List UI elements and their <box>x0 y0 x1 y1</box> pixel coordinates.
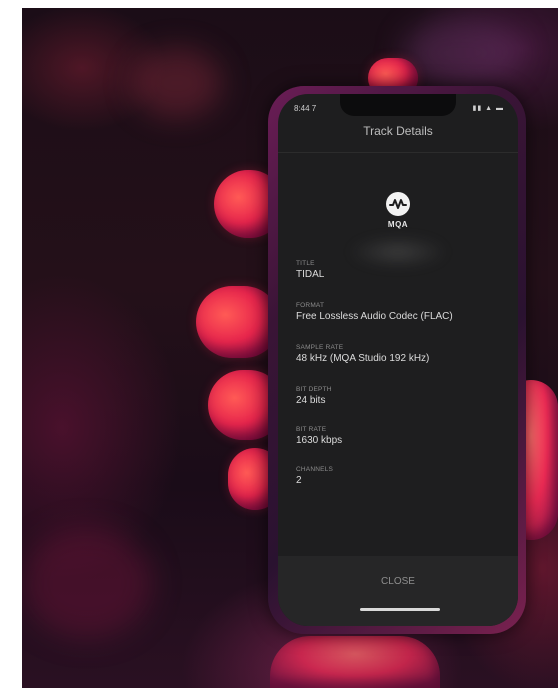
field-label: BIT RATE <box>296 426 327 433</box>
background-glow <box>402 18 522 88</box>
field-bit-depth: BIT DEPTH 24 bits <box>296 386 506 406</box>
field-sample-rate: SAMPLE RATE 48 kHz (MQA Studio 192 kHz) <box>296 344 506 364</box>
screen-title: Track Details <box>363 124 433 138</box>
field-label: TITLE <box>296 260 315 267</box>
field-value: Free Lossless Audio Codec (FLAC) <box>296 311 453 322</box>
phone-screen: 8:44 7 ▮▮ ▲ ▬ Track Details MQA TITLE TI… <box>278 94 518 626</box>
background-glow <box>22 528 152 638</box>
field-label: BIT DEPTH <box>296 386 332 393</box>
field-title: TITLE TIDAL <box>296 260 506 280</box>
field-bit-rate: BIT RATE 1630 kbps <box>296 426 506 446</box>
field-label: SAMPLE RATE <box>296 344 344 351</box>
field-value: 24 bits <box>296 395 326 406</box>
notch <box>340 94 456 116</box>
background-glow <box>132 48 222 118</box>
home-indicator[interactable] <box>360 608 440 611</box>
field-label: FORMAT <box>296 302 325 309</box>
status-time: 8:44 7 <box>294 104 317 113</box>
mqa-logo-text: MQA <box>387 220 409 229</box>
status-icons: ▮▮ ▲ ▬ <box>472 105 504 112</box>
palm <box>270 636 440 688</box>
field-label: CHANNELS <box>296 466 333 473</box>
field-value: 1630 kbps <box>296 435 343 446</box>
field-format: FORMAT Free Lossless Audio Codec (FLAC) <box>296 302 506 322</box>
field-channels: CHANNELS 2 <box>296 466 506 486</box>
mqa-waveform-icon <box>386 192 410 216</box>
mqa-waveform-icon-svg <box>389 199 407 209</box>
header-divider <box>278 152 518 153</box>
field-value: 2 <box>296 475 302 486</box>
field-value: 48 kHz (MQA Studio 192 kHz) <box>296 353 430 364</box>
close-button[interactable]: CLOSE <box>278 568 518 596</box>
field-value: TIDAL <box>296 269 325 280</box>
